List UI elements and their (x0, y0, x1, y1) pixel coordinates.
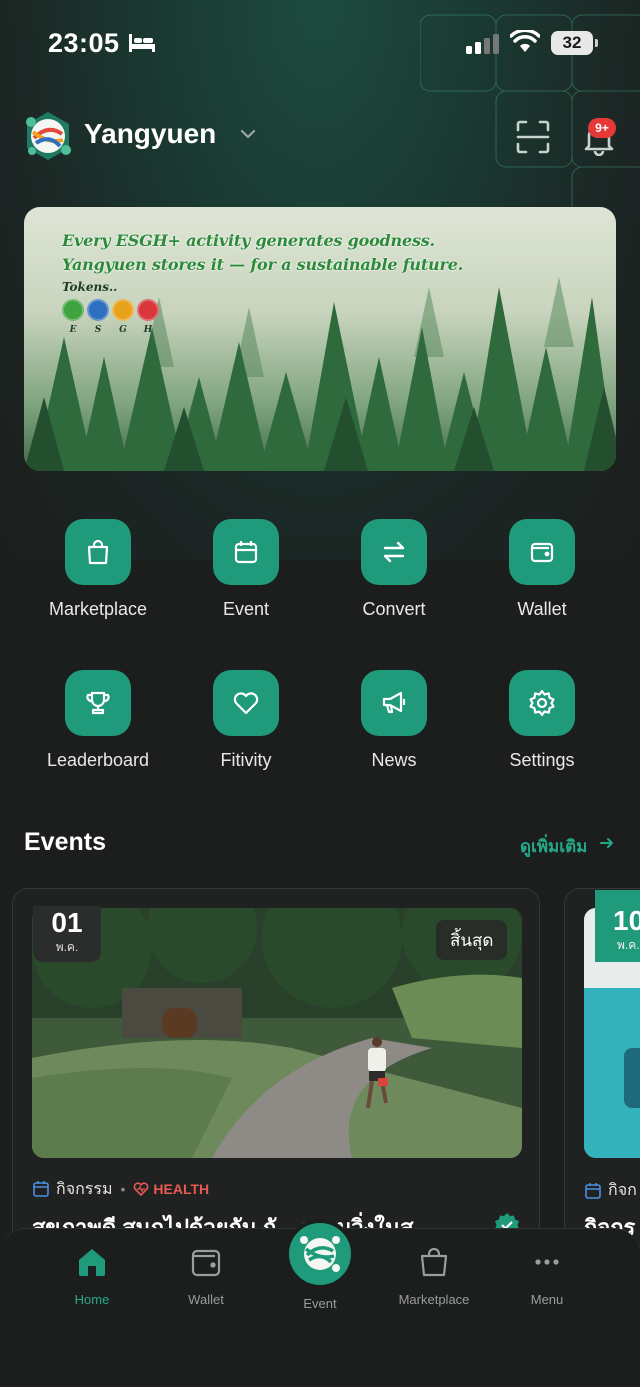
menu-label: Fitivity (220, 750, 272, 770)
promo-banner[interactable]: Every ESGH+ activity generates goodness.… (24, 207, 616, 471)
token-g-icon (112, 299, 134, 321)
menu-label: Marketplace (48, 599, 148, 619)
nav-label: Home (74, 1292, 110, 1307)
banner-headline-1: Every ESGH+ activity generates goodness. (62, 231, 435, 250)
nav-label: Menu (530, 1292, 564, 1307)
menu-label: Settings (509, 750, 575, 770)
calendar-icon (33, 1181, 49, 1197)
arrow-right-icon[interactable] (599, 835, 615, 851)
nav-label: Marketplace (398, 1292, 470, 1307)
heart-icon (213, 670, 279, 736)
battery-indicator: 32 (551, 31, 593, 55)
status-bar: 23:05 32 (0, 0, 640, 88)
battery-nub (595, 39, 598, 47)
menu-news[interactable]: News (320, 670, 468, 771)
menu-convert[interactable]: Convert (320, 519, 468, 620)
menu-settings[interactable]: Settings (468, 670, 616, 771)
nav-menu[interactable]: Menu (492, 1245, 602, 1307)
token-letter: E (69, 325, 77, 335)
event-tag: HEALTH (153, 1181, 210, 1197)
trophy-icon (65, 670, 131, 736)
menu-leaderboard[interactable]: Leaderboard (24, 670, 172, 771)
banner-headline-2: Yangyuen stores it — for a sustainable f… (62, 255, 464, 274)
nav-event-button[interactable] (285, 1219, 355, 1289)
see-more-link[interactable]: ดูเพิ่มเติม (520, 833, 587, 860)
wallet-icon (191, 1249, 221, 1277)
nav-home[interactable]: Home (37, 1245, 147, 1307)
yangyuen-logo[interactable] (22, 110, 74, 162)
swap-arrows-icon (361, 519, 427, 585)
token-e-icon (62, 299, 84, 321)
token-letter: S (94, 325, 102, 335)
sleep-focus-icon (129, 34, 155, 52)
nav-label: Wallet (188, 1292, 224, 1307)
token-letter: H (143, 325, 153, 335)
status-time: 23:05 (48, 28, 120, 58)
event-month: พ.ค. (55, 940, 79, 954)
events-section-title: Events (24, 828, 106, 856)
token-h-icon (137, 299, 159, 321)
wifi-icon (510, 30, 540, 52)
event-category: กิจกรรม (56, 1180, 113, 1198)
event-date-badge: 01 พ.ค. (33, 906, 101, 962)
event-meta-row: กิจก (584, 1178, 637, 1203)
chevron-down-icon[interactable] (240, 128, 256, 140)
menu-label: Leaderboard (46, 750, 150, 770)
menu-wallet[interactable]: Wallet (468, 519, 616, 620)
heart-pulse-icon (133, 1182, 149, 1197)
event-logo-icon (300, 1236, 340, 1272)
event-meta-row: กิจกรรม • HEALTH (32, 1178, 209, 1200)
event-date-badge: 10 พ.ค. (595, 890, 640, 962)
menu-marketplace[interactable]: Marketplace (24, 519, 172, 620)
qr-scan-icon[interactable] (514, 118, 552, 156)
menu-label: Event (222, 599, 270, 619)
home-icon (79, 1249, 105, 1276)
shopping-bag-icon (420, 1247, 448, 1277)
gear-icon (509, 670, 575, 736)
event-day: 01 (51, 907, 83, 938)
menu-label: Convert (362, 599, 426, 619)
nav-label: Event (303, 1296, 337, 1311)
nav-wallet[interactable]: Wallet (151, 1245, 261, 1307)
event-category: กิจก (608, 1182, 637, 1199)
token-letter: G (119, 325, 127, 335)
calendar-icon (585, 1182, 601, 1199)
event-day: 10 (613, 905, 640, 936)
cellular-signal-icon (466, 34, 499, 54)
more-dots-icon (535, 1259, 559, 1265)
menu-label: News (371, 750, 417, 770)
event-month: พ.ค. (617, 938, 640, 952)
megaphone-icon (361, 670, 427, 736)
banner-tokens-label: Tokens.. (62, 280, 118, 294)
separator-dot: • (120, 1181, 126, 1197)
wallet-icon (509, 519, 575, 585)
token-s-icon (87, 299, 109, 321)
event-status-tag: สิ้นสุด (436, 920, 508, 960)
nav-marketplace[interactable]: Marketplace (379, 1245, 489, 1307)
menu-fitivity[interactable]: Fitivity (172, 670, 320, 771)
shopping-bag-icon (65, 519, 131, 585)
app-name[interactable]: Yangyuen (84, 118, 216, 150)
menu-event[interactable]: Event (172, 519, 320, 620)
app-header: Yangyuen (0, 108, 640, 168)
calendar-icon (213, 519, 279, 585)
menu-label: Wallet (517, 599, 567, 619)
notification-badge: 9+ (588, 118, 616, 138)
